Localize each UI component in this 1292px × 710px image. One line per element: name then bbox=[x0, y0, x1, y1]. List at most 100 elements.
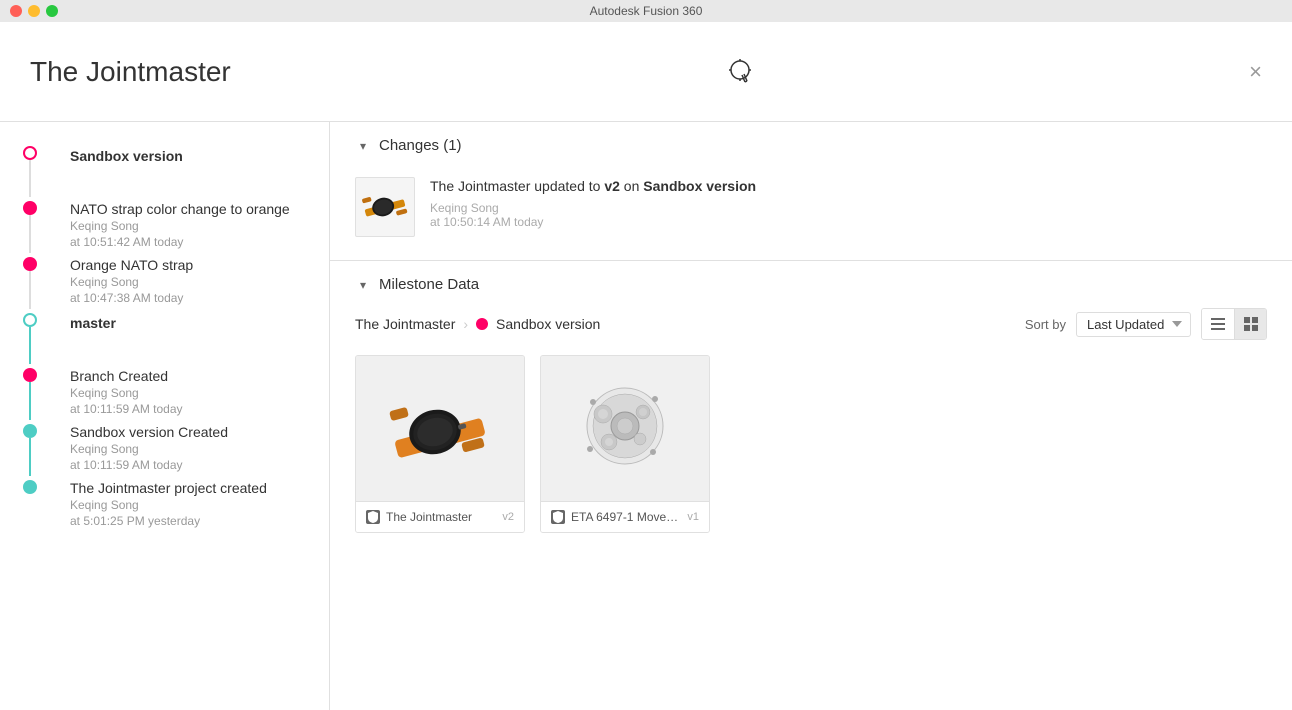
change-info: The Jointmaster updated to v2 on Sandbox… bbox=[430, 177, 1267, 229]
timeline-row-sandbox-header: Sandbox version bbox=[0, 142, 329, 197]
tl-text-project-created: The Jointmaster project created Keqing S… bbox=[60, 476, 329, 532]
tl-col-sandbox-created bbox=[0, 420, 60, 476]
shield-icon-eta bbox=[551, 510, 565, 524]
sandbox-header-label: Sandbox version bbox=[70, 146, 309, 164]
grid-name-jointmaster: The Jointmaster bbox=[386, 510, 496, 524]
changes-section-header: ▾ Changes (1) bbox=[355, 137, 1267, 154]
sandbox-created-time: at 10:11:59 AM today bbox=[70, 458, 309, 472]
orange-nato-label: Orange NATO strap bbox=[70, 257, 309, 273]
tl-line-master bbox=[29, 327, 31, 364]
tl-text-sandbox-header: Sandbox version bbox=[60, 142, 329, 197]
milestone-controls: Sort by Last Updated Name Date Created bbox=[1025, 308, 1267, 340]
close-button[interactable]: × bbox=[1249, 61, 1262, 83]
change-version: v2 bbox=[604, 178, 620, 194]
modal-body: Sandbox version NATO strap color change … bbox=[0, 122, 1292, 710]
tl-col-project-created bbox=[0, 476, 60, 532]
tl-col-orange-nato bbox=[0, 253, 60, 309]
grid-item-jointmaster[interactable]: The Jointmaster v2 bbox=[355, 355, 525, 533]
change-milestone-name: Sandbox version bbox=[643, 178, 756, 194]
orange-nato-author: Keqing Song bbox=[70, 275, 309, 289]
tl-line-sandbox-created bbox=[29, 438, 31, 476]
list-view-button[interactable] bbox=[1202, 309, 1234, 339]
milestone-name: Sandbox version bbox=[496, 316, 600, 332]
grid-version-jointmaster: v2 bbox=[502, 511, 514, 523]
minimize-dot[interactable] bbox=[28, 5, 40, 17]
cursor-icon bbox=[725, 57, 755, 87]
titlebar: Autodesk Fusion 360 bbox=[0, 0, 1292, 22]
right-content: ▾ Changes (1) bbox=[330, 122, 1292, 710]
nato-strap-author: Keqing Song bbox=[70, 219, 309, 233]
tl-dot-master bbox=[23, 313, 37, 327]
tl-dot-sandbox-header bbox=[23, 146, 37, 160]
items-grid: The Jointmaster v2 bbox=[355, 355, 1267, 533]
sort-label: Sort by bbox=[1025, 317, 1066, 332]
project-created-label: The Jointmaster project created bbox=[70, 480, 309, 496]
tl-text-orange-nato: Orange NATO strap Keqing Song at 10:47:3… bbox=[60, 253, 329, 309]
nato-strap-label: NATO strap color change to orange bbox=[70, 201, 309, 217]
tl-line-branch-created bbox=[29, 382, 31, 420]
tl-col-branch-created bbox=[0, 364, 60, 420]
changes-title: Changes (1) bbox=[379, 137, 462, 154]
changes-section: ▾ Changes (1) bbox=[330, 122, 1292, 261]
change-meta: Keqing Song at 10:50:14 AM today bbox=[430, 201, 1267, 229]
milestone-title: Milestone Data bbox=[379, 276, 479, 293]
tl-line-project-created bbox=[29, 494, 31, 532]
grid-thumb-jointmaster bbox=[356, 356, 524, 501]
timeline-sidebar: Sandbox version NATO strap color change … bbox=[0, 122, 330, 710]
tl-text-branch-created: Branch Created Keqing Song at 10:11:59 A… bbox=[60, 364, 329, 420]
milestone-section-header: ▾ Milestone Data bbox=[355, 276, 1267, 293]
timeline-row-nato-strap: NATO strap color change to orange Keqing… bbox=[0, 197, 329, 253]
timeline-row-sandbox-created: Sandbox version Created Keqing Song at 1… bbox=[0, 420, 329, 476]
grid-item-eta[interactable]: ETA 6497-1 Movem... v1 bbox=[540, 355, 710, 533]
tl-dot-project-created bbox=[23, 480, 37, 494]
change-item: The Jointmaster updated to v2 on Sandbox… bbox=[355, 169, 1267, 245]
branch-created-author: Keqing Song bbox=[70, 386, 309, 400]
timeline-wrapper: Sandbox version NATO strap color change … bbox=[0, 142, 329, 532]
shield-icon-jointmaster bbox=[366, 510, 380, 524]
milestone-breadcrumb: The Jointmaster › Sandbox version bbox=[355, 316, 600, 332]
tl-col-master bbox=[0, 309, 60, 364]
tl-line-after-sandbox-header bbox=[29, 160, 31, 197]
header-center bbox=[725, 57, 755, 87]
timeline-row-project-created: The Jointmaster project created Keqing S… bbox=[0, 476, 329, 532]
timeline-row-branch-created: Branch Created Keqing Song at 10:11:59 A… bbox=[0, 364, 329, 420]
grid-footer-jointmaster: The Jointmaster v2 bbox=[356, 501, 524, 532]
timeline-row-master: master bbox=[0, 309, 329, 364]
view-toggle bbox=[1201, 308, 1267, 340]
tl-text-master: master bbox=[60, 309, 329, 364]
change-thumbnail bbox=[355, 177, 415, 237]
tl-dot-orange-nato bbox=[23, 257, 37, 271]
branch-created-time: at 10:11:59 AM today bbox=[70, 402, 309, 416]
change-project-name: The Jointmaster bbox=[430, 178, 530, 194]
grid-name-eta: ETA 6497-1 Movem... bbox=[571, 510, 681, 524]
grid-footer-eta: ETA 6497-1 Movem... v1 bbox=[541, 501, 709, 532]
change-time: at 10:50:14 AM today bbox=[430, 215, 1267, 229]
grid-view-button[interactable] bbox=[1234, 309, 1266, 339]
maximize-dot[interactable] bbox=[46, 5, 58, 17]
modal: The Jointmaster × bbox=[0, 22, 1292, 710]
sort-select[interactable]: Last Updated Name Date Created bbox=[1076, 312, 1191, 337]
app-title: Autodesk Fusion 360 bbox=[590, 4, 703, 18]
changes-chevron-icon: ▾ bbox=[355, 138, 371, 154]
modal-title: The Jointmaster bbox=[30, 56, 231, 88]
grid-thumb-eta bbox=[541, 356, 709, 501]
sandbox-created-author: Keqing Song bbox=[70, 442, 309, 456]
orange-nato-time: at 10:47:38 AM today bbox=[70, 291, 309, 305]
nato-strap-time: at 10:51:42 AM today bbox=[70, 235, 309, 249]
modal-header: The Jointmaster × bbox=[0, 22, 1292, 122]
milestone-project-link[interactable]: The Jointmaster bbox=[355, 316, 455, 332]
change-action: updated to bbox=[534, 178, 604, 194]
project-created-time: at 5:01:25 PM yesterday bbox=[70, 514, 309, 528]
tl-col-nato-strap bbox=[0, 197, 60, 253]
tl-dot-branch-created bbox=[23, 368, 37, 382]
close-dot[interactable] bbox=[10, 5, 22, 17]
milestone-header-left: ▾ Milestone Data bbox=[355, 276, 479, 293]
project-created-author: Keqing Song bbox=[70, 498, 309, 512]
sandbox-created-label: Sandbox version Created bbox=[70, 424, 309, 440]
branch-created-label: Branch Created bbox=[70, 368, 309, 384]
milestone-chevron-icon: ▾ bbox=[355, 277, 371, 293]
milestone-controls-row: The Jointmaster › Sandbox version Sort b… bbox=[355, 308, 1267, 340]
tl-col-sandbox-header bbox=[0, 142, 60, 197]
tl-line-orange-nato bbox=[29, 271, 31, 309]
window-controls bbox=[10, 5, 58, 17]
